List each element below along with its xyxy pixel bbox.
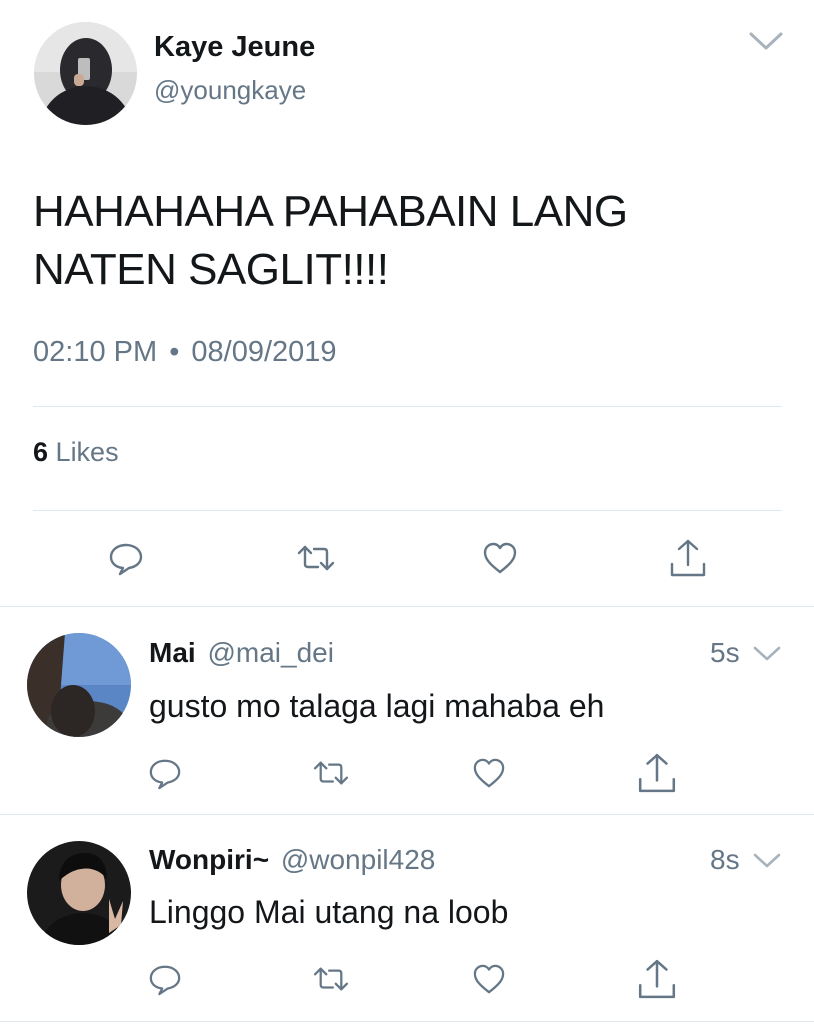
reply-avatar[interactable] <box>27 633 131 737</box>
author-avatar[interactable] <box>34 22 137 125</box>
reply-header: Wonpiri~ @wonpil428 <box>149 843 435 877</box>
reply-icon[interactable] <box>148 962 182 996</box>
author-handle[interactable]: @youngkaye <box>154 74 306 106</box>
reply-icon[interactable] <box>148 756 182 790</box>
reply-author-handle[interactable]: @wonpil428 <box>281 844 436 875</box>
reply-header: Mai @mai_dei <box>149 636 334 670</box>
divider <box>0 1021 814 1022</box>
tweet-time: 02:10 PM <box>33 336 158 368</box>
like-icon[interactable] <box>482 541 518 575</box>
share-icon[interactable] <box>668 538 708 578</box>
retweet-icon[interactable] <box>296 542 336 574</box>
share-icon[interactable] <box>636 958 678 1000</box>
reply-age: 8s <box>710 844 740 875</box>
share-icon[interactable] <box>636 752 678 794</box>
likes-label: Likes <box>55 437 119 467</box>
reply-text: Linggo Mai utang na loob <box>149 894 509 930</box>
tweet-text-line-2: NATEN SAGLIT!!!! <box>33 245 389 294</box>
retweet-icon[interactable] <box>312 758 350 788</box>
reply-icon[interactable] <box>108 540 144 576</box>
retweet-icon[interactable] <box>312 964 350 994</box>
tweet-text-line-1: HAHAHAHA PAHABAIN LANG <box>33 187 628 236</box>
reply-text: gusto mo talaga lagi mahaba eh <box>149 688 605 724</box>
likes-count: 6 <box>33 437 49 467</box>
author-name[interactable]: Kaye Jeune <box>154 30 315 64</box>
divider <box>0 606 814 607</box>
tweet-date: 08/09/2019 <box>191 336 337 368</box>
reply-author-name[interactable]: Mai <box>149 637 196 668</box>
likes-stat[interactable]: 6 Likes <box>33 435 119 469</box>
divider <box>0 814 814 815</box>
reply-age: 5s <box>710 637 740 668</box>
reply-author-handle[interactable]: @mai_dei <box>207 637 333 668</box>
reply-avatar[interactable] <box>27 841 131 945</box>
timestamp-separator: • <box>169 336 180 368</box>
chevron-down-icon[interactable] <box>752 851 782 871</box>
like-icon[interactable] <box>472 757 506 789</box>
chevron-down-icon[interactable] <box>748 30 784 52</box>
like-icon[interactable] <box>472 963 506 995</box>
tweet-timestamp: 02:10 PM • 08/09/2019 <box>33 334 337 370</box>
chevron-down-icon[interactable] <box>752 644 782 664</box>
reply-author-name[interactable]: Wonpiri~ <box>149 844 269 875</box>
divider <box>33 406 782 407</box>
divider <box>33 510 782 511</box>
